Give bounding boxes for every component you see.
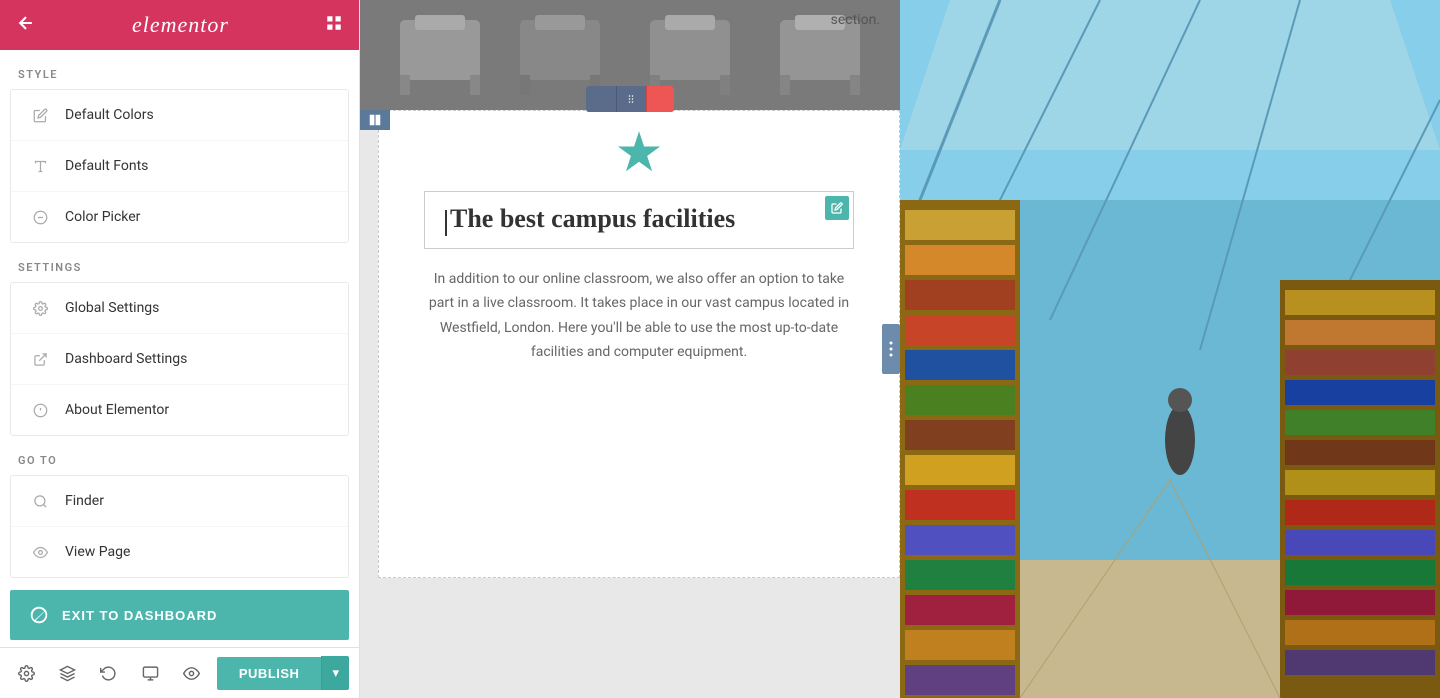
default-colors-label: Default Colors [65, 107, 154, 123]
global-settings-label: Global Settings [65, 300, 159, 316]
star-icon: ★ [614, 126, 663, 181]
dashboard-settings-label: Dashboard Settings [65, 351, 187, 367]
settings-footer-icon[interactable] [10, 657, 42, 689]
section-close-button[interactable] [646, 86, 674, 112]
font-icon [29, 155, 51, 177]
sidebar-content: STYLE Default Colors Default Fonts [0, 50, 359, 647]
pencil-icon [29, 104, 51, 126]
main-content: section. [360, 0, 1440, 698]
resize-area [360, 324, 900, 374]
resize-handle[interactable] [882, 324, 900, 374]
section-add-button[interactable] [586, 86, 614, 112]
style-section-label: STYLE [0, 50, 359, 89]
external-link-icon [29, 348, 51, 370]
eyedropper-icon [29, 206, 51, 228]
eye-icon [29, 541, 51, 563]
color-picker-label: Color Picker [65, 209, 140, 225]
heading-edit-button[interactable] [825, 196, 849, 220]
sidebar-item-finder[interactable]: Finder [11, 476, 348, 527]
section-toolbar-wrapper [360, 86, 900, 112]
sidebar-item-color-picker[interactable]: Color Picker [11, 192, 348, 242]
finder-label: Finder [65, 493, 104, 509]
sidebar-item-default-fonts[interactable]: Default Fonts [11, 141, 348, 192]
exit-label: EXIT TO DASHBOARD [62, 608, 217, 623]
goto-section-group: Finder View Page [10, 475, 349, 578]
info-icon [29, 399, 51, 421]
gear-icon [29, 297, 51, 319]
sidebar-item-dashboard-settings[interactable]: Dashboard Settings [11, 334, 348, 385]
sidebar-footer: PUBLISH ▾ [0, 647, 359, 698]
default-fonts-label: Default Fonts [65, 158, 148, 174]
column-indicator [360, 110, 390, 130]
view-footer-icon[interactable] [176, 657, 208, 689]
sidebar-item-global-settings[interactable]: Global Settings [11, 283, 348, 334]
sidebar-header: elementor [0, 0, 359, 50]
wordpress-icon [28, 604, 50, 626]
publish-button[interactable]: PUBLISH [217, 657, 322, 690]
exit-to-dashboard-button[interactable]: EXIT TO DASHBOARD [10, 590, 349, 640]
goto-section-label: GO TO [0, 436, 359, 475]
sidebar-item-default-colors[interactable]: Default Colors [11, 90, 348, 141]
canvas-heading: The best campus facilities [450, 204, 735, 233]
back-icon[interactable] [16, 13, 36, 38]
about-elementor-label: About Elementor [65, 402, 169, 418]
device-footer-icon[interactable] [134, 657, 166, 689]
publish-dropdown-button[interactable]: ▾ [321, 656, 349, 690]
section-label: section. [831, 12, 880, 28]
settings-section-label: SETTINGS [0, 243, 359, 282]
library-image [900, 0, 1440, 698]
style-section-group: Default Colors Default Fonts Color Pi [10, 89, 349, 243]
canvas: section. [360, 0, 1440, 698]
sidebar-item-view-page[interactable]: View Page [11, 527, 348, 577]
publish-group: PUBLISH ▾ [217, 656, 349, 690]
library-section [900, 0, 1440, 698]
history-footer-icon[interactable] [93, 657, 125, 689]
sidebar-item-about-elementor[interactable]: About Elementor [11, 385, 348, 435]
layers-footer-icon[interactable] [51, 657, 83, 689]
grid-icon[interactable] [325, 14, 343, 37]
search-icon [29, 490, 51, 512]
section-move-button[interactable] [616, 86, 644, 112]
section-toolbar [586, 86, 674, 112]
sidebar: elementor STYLE Default Colors [0, 0, 360, 698]
view-page-label: View Page [65, 544, 130, 560]
elementor-logo: elementor [132, 12, 229, 38]
text-cursor [445, 210, 447, 236]
settings-section-group: Global Settings Dashboard Settings Ab [10, 282, 349, 436]
heading-box: The best campus facilities [424, 191, 854, 249]
